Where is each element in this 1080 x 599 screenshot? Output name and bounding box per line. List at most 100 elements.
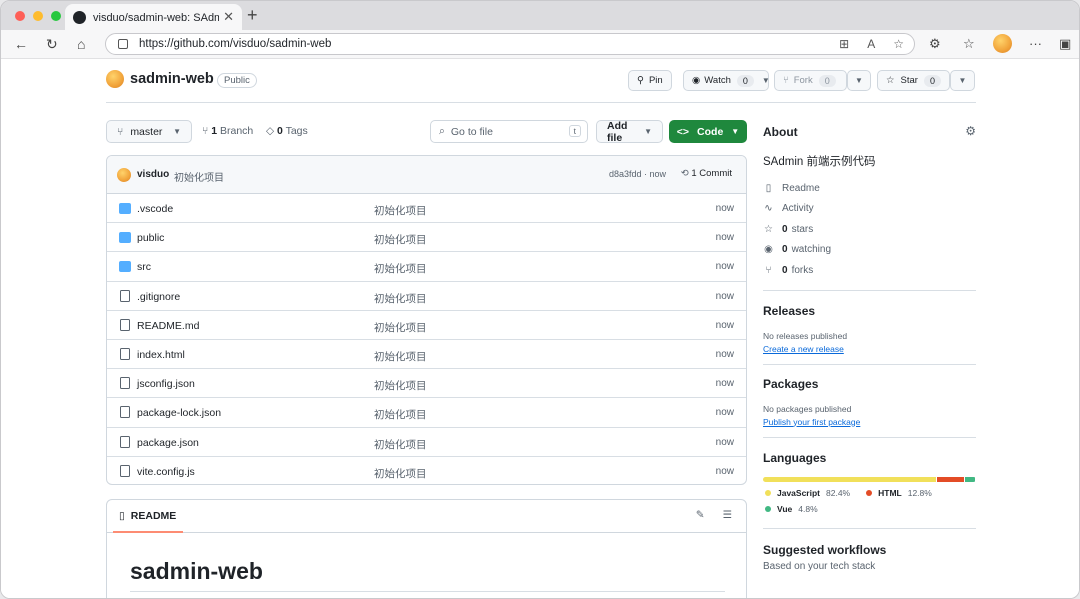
reload-icon[interactable]: ↻	[46, 36, 58, 52]
file-commit-message[interactable]: 初始化项目	[374, 203, 427, 218]
stars-link[interactable]: ☆ 0 stars	[763, 219, 976, 240]
browser-tab[interactable]: visduo/sadmin-web: SAdmin 前 ✕	[65, 4, 242, 30]
fork-button[interactable]: ⑂ Fork 0	[774, 70, 847, 91]
file-icon	[120, 377, 130, 390]
file-row[interactable]: jsconfig.json 初始化项目 now	[107, 369, 746, 399]
star-button[interactable]: ☆ Star 0	[877, 70, 950, 91]
folder-icon	[119, 261, 131, 273]
sidebar-icon[interactable]: ▣	[1059, 36, 1071, 52]
read-aloud-icon[interactable]: A	[867, 37, 875, 51]
language-bar-segment	[763, 476, 937, 482]
commit-count[interactable]: ⟲ 1 Commit	[681, 168, 732, 179]
address-bar[interactable]: https://github.com/visduo/sadmin-web ⊞ A…	[105, 33, 915, 55]
language-name: HTML	[878, 487, 902, 498]
watching-link[interactable]: ◉ 0 watching	[763, 240, 976, 261]
commit-message[interactable]: 初始化项目	[174, 169, 224, 184]
close-tab-icon[interactable]: ✕	[223, 9, 234, 25]
file-name[interactable]: public	[137, 232, 164, 244]
publish-package-link[interactable]: Publish your first package	[763, 417, 976, 427]
divider	[763, 289, 976, 291]
commit-hash[interactable]: d8a3fdd · now	[609, 169, 666, 179]
watch-button[interactable]: ◉ Watch 0 ▼	[683, 70, 770, 91]
add-file-button[interactable]: Add file ▼	[596, 120, 663, 144]
close-window-button[interactable]	[15, 11, 25, 21]
file-commit-message[interactable]: 初始化项目	[374, 291, 427, 306]
activity-link[interactable]: ∿ Activity	[763, 199, 976, 220]
file-name[interactable]: jsconfig.json	[137, 378, 195, 390]
language-item[interactable]: Vue 4.8%	[765, 504, 818, 514]
branches-link[interactable]: ⑂ 1 Branch	[202, 125, 253, 137]
zoom-window-button[interactable]	[51, 11, 61, 21]
language-item[interactable]: HTML 12.8%	[866, 488, 932, 498]
profile-avatar[interactable]	[993, 34, 1012, 53]
file-name[interactable]: src	[137, 261, 151, 273]
gear-icon[interactable]: ⚙	[965, 124, 976, 138]
file-row[interactable]: README.md 初始化项目 now	[107, 311, 746, 340]
file-time: now	[715, 203, 734, 214]
chevron-down-icon: ▼	[958, 76, 967, 85]
file-name[interactable]: vite.config.js	[137, 466, 195, 478]
star-dropdown[interactable]: ▼	[950, 70, 975, 91]
workflows-subtitle: Based on your tech stack	[763, 560, 876, 572]
workflows-heading: Suggested workflows	[763, 542, 887, 557]
branch-icon: ⑂	[202, 125, 209, 137]
repo-name[interactable]: sadmin-web	[130, 71, 214, 87]
file-name[interactable]: README.md	[137, 320, 199, 332]
fork-dropdown[interactable]: ▼	[847, 70, 871, 91]
file-row[interactable]: public 初始化项目 now	[107, 223, 746, 253]
pin-button[interactable]: ⚲ Pin	[628, 70, 672, 91]
extensions-icon[interactable]: ⚙	[929, 36, 941, 52]
repo-owner-avatar[interactable]	[106, 70, 124, 88]
forks-link[interactable]: ⑂ 0 forks	[763, 260, 976, 281]
folder-icon	[119, 203, 131, 214]
language-item[interactable]: JavaScript 82.4%	[765, 488, 850, 498]
file-commit-message[interactable]: 初始化项目	[374, 349, 427, 364]
readme-link[interactable]: ▯ Readme	[763, 178, 976, 199]
file-name[interactable]: .vscode	[137, 203, 173, 215]
new-tab-button[interactable]: +	[247, 6, 258, 24]
go-to-file-input[interactable]: ⌕ Go to file t	[430, 120, 588, 143]
tags-link[interactable]: ◇ 0 Tags	[266, 125, 308, 137]
file-commit-message[interactable]: 初始化项目	[374, 466, 427, 481]
language-dot	[866, 489, 873, 496]
file-row[interactable]: index.html 初始化项目 now	[107, 340, 746, 370]
file-commit-message[interactable]: 初始化项目	[374, 378, 427, 393]
chevron-down-icon: ▼	[761, 76, 770, 85]
packages-empty: No packages published	[763, 403, 852, 414]
favorites-icon[interactable]: ☆	[963, 36, 975, 52]
outline-icon[interactable]: ☰	[723, 509, 732, 521]
file-row[interactable]: package.json 初始化项目 now	[107, 428, 746, 457]
file-row[interactable]: vite.config.js 初始化项目 now	[107, 457, 746, 484]
file-commit-message[interactable]: 初始化项目	[374, 261, 427, 276]
create-release-link[interactable]: Create a new release	[763, 344, 976, 354]
file-name[interactable]: .gitignore	[137, 291, 180, 303]
releases-heading[interactable]: Releases	[763, 304, 976, 318]
minimize-window-button[interactable]	[33, 11, 43, 21]
edit-icon[interactable]: ✎	[696, 509, 705, 521]
file-commit-message[interactable]: 初始化项目	[374, 320, 427, 335]
branch-selector[interactable]: ⑂ master ▼	[106, 120, 192, 143]
file-commit-message[interactable]: 初始化项目	[374, 437, 427, 452]
code-button[interactable]: <> Code ▼	[669, 120, 747, 143]
readme-tab[interactable]: ▯ README	[119, 510, 176, 522]
active-tab-underline	[113, 531, 183, 533]
file-row[interactable]: src 初始化项目 now	[107, 252, 746, 282]
commit-author-avatar[interactable]	[117, 168, 131, 182]
packages-heading[interactable]: Packages	[763, 377, 976, 391]
browser-toolbar: ← ↻ ⌂ https://github.com/visduo/sadmin-w…	[1, 30, 1079, 59]
file-commit-message[interactable]: 初始化项目	[374, 232, 427, 247]
favorite-icon[interactable]: ☆	[893, 37, 904, 51]
commit-author[interactable]: visduo	[137, 169, 169, 180]
file-commit-message[interactable]: 初始化项目	[374, 407, 427, 422]
file-name[interactable]: package.json	[137, 437, 199, 449]
file-row[interactable]: .vscode 初始化项目 now	[107, 194, 746, 224]
file-name[interactable]: package-lock.json	[137, 407, 221, 419]
latest-commit-bar: visduo 初始化项目 d8a3fdd · now ⟲ 1 Commit	[107, 156, 746, 194]
file-row[interactable]: package-lock.json 初始化项目 now	[107, 398, 746, 428]
back-icon[interactable]: ←	[14, 36, 28, 52]
home-icon[interactable]: ⌂	[77, 36, 85, 52]
more-icon[interactable]: ···	[1029, 36, 1042, 51]
file-name[interactable]: index.html	[137, 349, 185, 361]
file-row[interactable]: .gitignore 初始化项目 now	[107, 282, 746, 311]
apps-icon[interactable]: ⊞	[839, 37, 849, 51]
